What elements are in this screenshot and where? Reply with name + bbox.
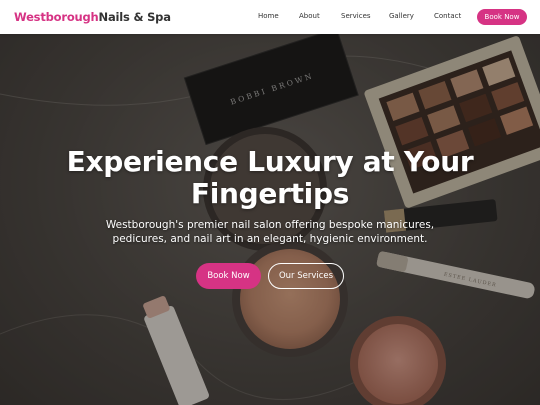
- site-logo[interactable]: WestboroughNails & Spa: [14, 10, 171, 24]
- nav-about[interactable]: About: [299, 12, 320, 20]
- hero-subtitle-line-1: Westborough's premier nail salon offerin…: [105, 219, 435, 231]
- hero-title-line-1: Experience Luxury at Your: [66, 145, 474, 178]
- nav-home[interactable]: Home: [258, 12, 279, 20]
- logo-part-2: Nails & Spa: [98, 10, 171, 24]
- nav-gallery[interactable]: Gallery: [389, 12, 414, 20]
- nav-services[interactable]: Services: [341, 12, 371, 20]
- hero-title: Experience Luxury at Your Fingertips: [0, 146, 540, 210]
- hero-title-line-2: Fingertips: [190, 177, 350, 210]
- nav-contact[interactable]: Contact: [434, 12, 461, 20]
- logo-part-1: Westborough: [14, 10, 99, 24]
- hero-section: BOBBI BROWN ESTEE LAUDER Experience Luxu…: [0, 34, 540, 405]
- site-header: WestboroughNails & Spa Home About Servic…: [0, 0, 540, 34]
- hero-subtitle: Westborough's premier nail salon offerin…: [100, 218, 440, 246]
- hero-book-now-button[interactable]: Book Now: [196, 263, 261, 289]
- header-book-now-button[interactable]: Book Now: [477, 9, 527, 25]
- hero-our-services-button[interactable]: Our Services: [268, 263, 344, 289]
- hero-subtitle-line-2: pedicures, and nail art in an elegant, h…: [112, 233, 428, 245]
